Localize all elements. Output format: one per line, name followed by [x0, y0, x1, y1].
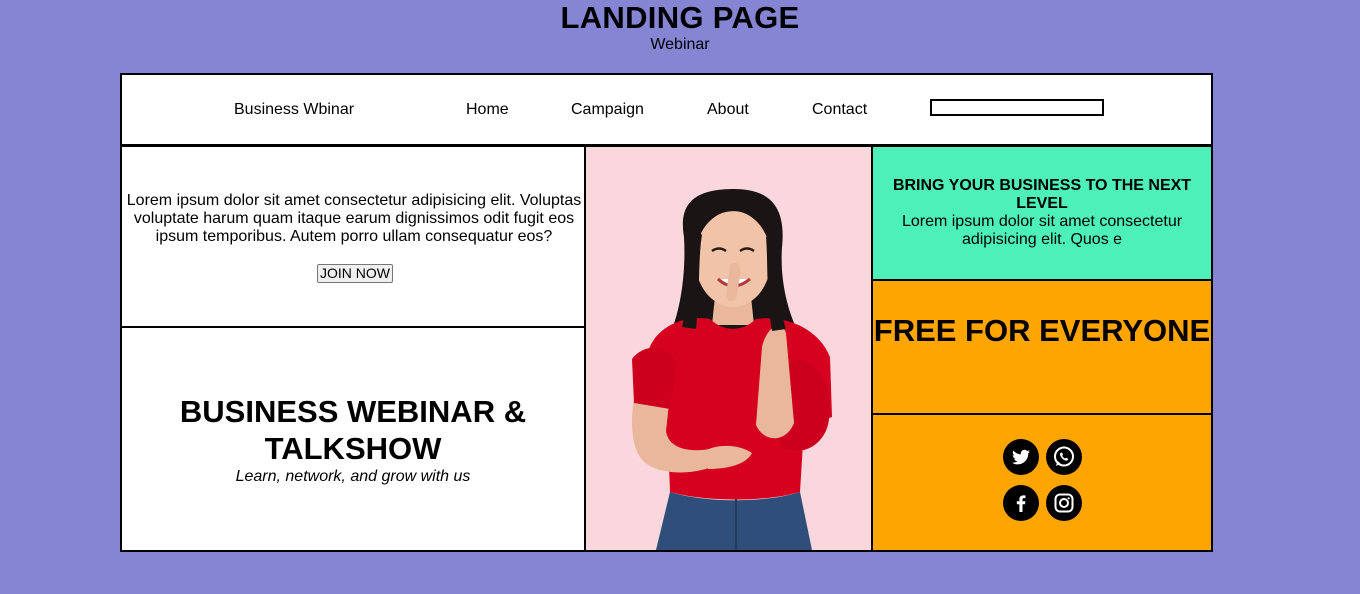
webinar-heading: BUSINESS WEBINAR & TALKSHOW	[179, 394, 527, 466]
webinar-tagline: Learn, network, and grow with us	[235, 468, 471, 485]
next-level-heading: BRING YOUR BUSINESS TO THE NEXT LEVEL	[892, 177, 1192, 212]
instagram-icon[interactable]	[1046, 485, 1082, 521]
join-now-button[interactable]: JOIN NOW	[317, 264, 393, 283]
intro-text: Lorem ipsum dolor sit amet consectetur a…	[126, 192, 582, 245]
page-header: LANDING PAGE Webinar	[0, 0, 1360, 54]
whatsapp-icon[interactable]	[1046, 439, 1082, 475]
twitter-icon[interactable]	[1003, 439, 1039, 475]
nav-link-campaign[interactable]: Campaign	[571, 101, 644, 119]
page-subtitle: Webinar	[650, 36, 710, 53]
search-input[interactable]	[930, 99, 1104, 116]
social-section	[873, 415, 1211, 550]
webinar-section: BUSINESS WEBINAR & TALKSHOW Learn, netwo…	[122, 328, 586, 550]
nav-brand[interactable]: Business Wbinar	[234, 101, 354, 119]
free-section: FREE FOR EVERYONE	[873, 281, 1211, 415]
facebook-icon[interactable]	[1003, 485, 1039, 521]
nav-link-contact[interactable]: Contact	[812, 101, 867, 119]
next-level-section: BRING YOUR BUSINESS TO THE NEXT LEVEL Lo…	[873, 147, 1211, 281]
hero-photo	[586, 147, 873, 550]
next-level-text: Lorem ipsum dolor sit amet consectetur a…	[901, 213, 1183, 248]
intro-section: Lorem ipsum dolor sit amet consectetur a…	[122, 147, 586, 328]
landing-frame: Business Wbinar Home Campaign About Cont…	[120, 73, 1213, 552]
nav-link-about[interactable]: About	[707, 101, 749, 119]
free-heading: FREE FOR EVERYONE	[873, 313, 1211, 348]
page-title: LANDING PAGE	[560, 0, 800, 35]
navbar: Business Wbinar Home Campaign About Cont…	[122, 75, 1211, 147]
nav-link-home[interactable]: Home	[466, 101, 509, 119]
woman-photo	[632, 189, 832, 550]
